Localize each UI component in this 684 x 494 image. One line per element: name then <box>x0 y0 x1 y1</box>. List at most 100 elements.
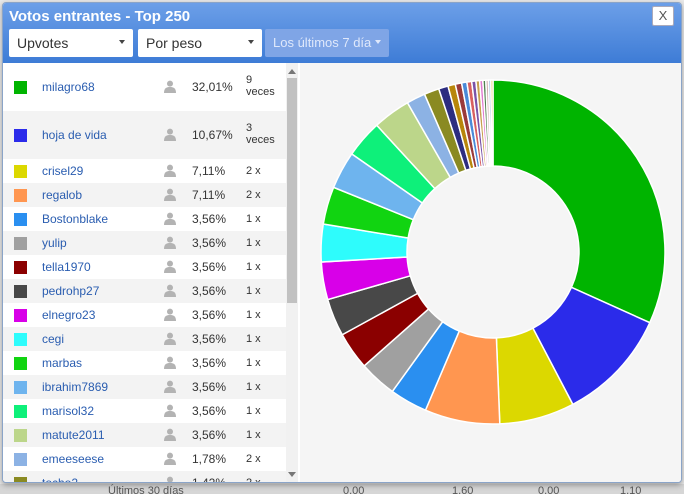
user-icon[interactable] <box>164 332 176 345</box>
vote-count: 1 x <box>246 381 261 393</box>
vote-count-number: 3 <box>246 122 253 134</box>
vote-count: 3 veces <box>246 122 275 146</box>
vote-percentage: 3,56% <box>192 212 227 226</box>
voter-name-link[interactable]: yulip <box>42 236 67 250</box>
voter-name-link[interactable]: marbas <box>42 356 82 370</box>
donut-slice-milagro68[interactable] <box>492 79 666 324</box>
vote-percentage: 7,11% <box>192 188 226 202</box>
background-row-value-1: 0,00 <box>343 485 365 494</box>
voter-name-link[interactable]: regalob <box>42 188 82 202</box>
period-value: Los últimos 7 día <box>273 35 372 50</box>
dialog-header: Votos entrantes - Top 250 X Upvotes Por … <box>3 3 681 63</box>
voter-name-link[interactable]: emeeseese <box>42 452 104 466</box>
user-icon[interactable] <box>164 356 176 369</box>
legend-color-swatch <box>14 477 27 482</box>
legend-color-swatch <box>14 333 27 346</box>
legend-color-swatch <box>14 285 27 298</box>
donut-chart-svg <box>320 79 666 425</box>
list-item: Bostonblake 3,56% 1 x <box>3 207 286 231</box>
legend-color-swatch <box>14 129 27 142</box>
list-item: pedrohp27 3,56% 1 x <box>3 279 286 303</box>
voter-name-link[interactable]: tocho2 <box>42 476 78 482</box>
voter-name-link[interactable]: matute2011 <box>42 428 105 442</box>
vote-percentage: 3,56% <box>192 260 227 274</box>
list-item: yulip 3,56% 1 x <box>3 231 286 255</box>
vote-count-number: 9 <box>246 74 253 86</box>
legend-color-swatch <box>14 429 27 442</box>
vote-count: 1 x <box>246 405 261 417</box>
user-icon[interactable] <box>164 380 176 393</box>
voter-name-link[interactable]: elnegro23 <box>42 308 95 322</box>
voter-name-link[interactable]: marisol32 <box>42 404 94 418</box>
vote-count: 1 x <box>246 285 261 297</box>
list-item: tella1970 3,56% 1 x <box>3 255 286 279</box>
legend-color-swatch <box>14 405 27 418</box>
user-icon[interactable] <box>164 404 176 417</box>
vote-count: 2 x <box>246 477 261 483</box>
legend-color-swatch <box>14 309 27 322</box>
list-item: emeeseese 1,78% 2 x <box>3 447 286 471</box>
list-item: matute2011 3,56% 1 x <box>3 423 286 447</box>
legend-color-swatch <box>14 381 27 394</box>
list-item: marbas 3,56% 1 x <box>3 351 286 375</box>
user-icon[interactable] <box>164 428 176 441</box>
legend-color-swatch <box>14 453 27 466</box>
votes-donut-chart <box>300 63 681 482</box>
vote-count: 9 veces <box>246 74 275 98</box>
user-icon[interactable] <box>164 452 176 465</box>
user-icon[interactable] <box>164 308 176 321</box>
dialog-title: Votos entrantes - Top 250 <box>9 8 191 25</box>
vote-count: 1 x <box>246 309 261 321</box>
user-icon[interactable] <box>164 260 176 273</box>
close-button[interactable]: X <box>652 6 674 26</box>
period-select[interactable]: Los últimos 7 día <box>265 29 389 57</box>
voter-name-link[interactable]: hoja de vida <box>42 128 107 142</box>
scroll-down-arrow-icon[interactable] <box>288 472 296 477</box>
vote-percentage: 3,56% <box>192 380 227 394</box>
background-row-value-3: 0,00 <box>538 485 560 494</box>
user-icon[interactable] <box>164 476 176 483</box>
user-icon[interactable] <box>164 164 176 177</box>
vote-percentage: 3,56% <box>192 428 227 442</box>
voter-name-link[interactable]: ibrahim7869 <box>42 380 108 394</box>
weight-select[interactable]: Por peso <box>138 29 262 57</box>
vote-percentage: 7,11% <box>192 164 226 178</box>
user-icon[interactable] <box>164 80 176 93</box>
legend-color-swatch <box>14 261 27 274</box>
list-item: ibrahim7869 3,56% 1 x <box>3 375 286 399</box>
vote-percentage: 32,01% <box>192 80 233 94</box>
vote-percentage: 1,78% <box>192 452 227 466</box>
donut-slice[interactable] <box>490 79 494 167</box>
list-scrollbar[interactable] <box>286 63 298 482</box>
voter-name-link[interactable]: pedrohp27 <box>42 284 99 298</box>
scrollbar-thumb[interactable] <box>287 78 297 303</box>
vote-type-select[interactable]: Upvotes <box>9 29 133 57</box>
voter-name-link[interactable]: tella1970 <box>42 260 91 274</box>
vote-count: 1 x <box>246 333 261 345</box>
user-icon[interactable] <box>164 236 176 249</box>
vote-percentage: 3,56% <box>192 284 227 298</box>
list-item: milagro68 32,01% 9 veces <box>3 63 286 111</box>
user-icon[interactable] <box>164 128 176 141</box>
voter-name-link[interactable]: milagro68 <box>42 80 95 94</box>
vote-count: 1 x <box>246 429 261 441</box>
background-row-label: Últimos 30 días <box>108 485 184 494</box>
voter-name-link[interactable]: cegi <box>42 332 64 346</box>
weight-value: Por peso <box>146 35 203 51</box>
scroll-up-arrow-icon[interactable] <box>288 69 296 74</box>
legend-color-swatch <box>14 189 27 202</box>
voter-name-link[interactable]: Bostonblake <box>42 212 108 226</box>
voter-name-link[interactable]: crisel29 <box>42 164 83 178</box>
user-icon[interactable] <box>164 284 176 297</box>
legend-color-swatch <box>14 213 27 226</box>
legend-color-swatch <box>14 237 27 250</box>
legend-color-swatch <box>14 81 27 94</box>
user-icon[interactable] <box>164 212 176 225</box>
vote-count: 2 x <box>246 165 261 177</box>
chevron-down-icon <box>375 40 381 44</box>
voter-list: milagro68 32,01% 9 veces hoja de vida 10,67% 3… <box>3 63 286 483</box>
vote-count: 1 x <box>246 237 261 249</box>
list-item: crisel29 7,11% 2 x <box>3 159 286 183</box>
user-icon[interactable] <box>164 188 176 201</box>
list-item: hoja de vida 10,67% 3 veces <box>3 111 286 159</box>
